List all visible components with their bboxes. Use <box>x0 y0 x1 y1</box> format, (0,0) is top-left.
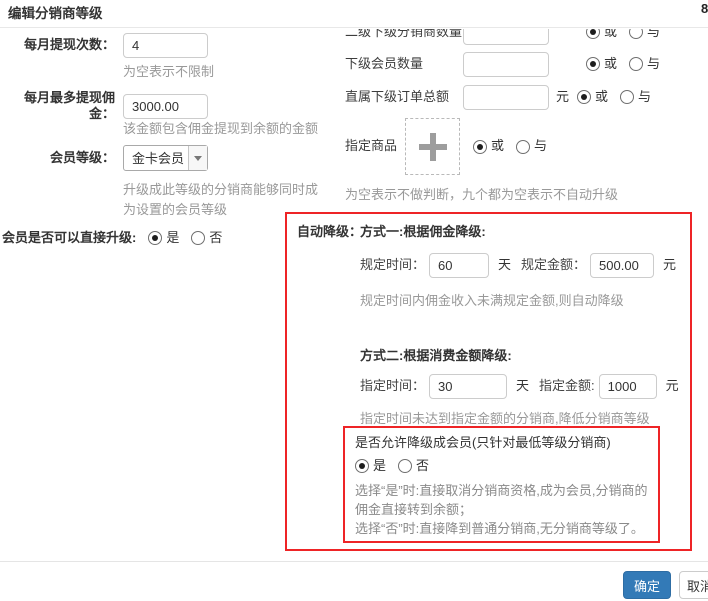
sub-members-or-radio[interactable] <box>586 57 600 71</box>
method1-amount-input[interactable] <box>590 253 654 278</box>
withdraw-times-hint: 为空表示不限制 <box>123 64 214 80</box>
direct-upgrade-no-radio[interactable] <box>191 231 205 245</box>
direct-order-or-label: 或 <box>595 89 608 105</box>
method1-heading: 方式一:根据佣金降级: <box>360 224 486 240</box>
method2-time-input[interactable] <box>429 374 507 399</box>
second-level-or-label: 或 <box>604 29 617 40</box>
sub-members-input[interactable] <box>463 52 549 77</box>
specified-product-and-label: 与 <box>534 138 547 154</box>
allow-downgrade-yes-label: 是 <box>373 458 386 474</box>
direct-upgrade-row: 会员是否可以直接升级: 是 否 <box>2 230 222 246</box>
add-product-button[interactable] <box>405 118 460 175</box>
direct-order-radio-group: 或 与 <box>577 89 651 105</box>
direct-order-total-input[interactable] <box>463 85 549 110</box>
withdraw-times-input[interactable] <box>123 33 208 58</box>
clipped-character: 8 <box>701 1 708 17</box>
sub-members-row: 下级会员数量 或 与 <box>345 51 660 77</box>
second-level-and-label: 与 <box>647 29 660 40</box>
sub-members-and-label: 与 <box>647 56 660 72</box>
direct-upgrade-yes-radio[interactable] <box>148 231 162 245</box>
method1-time-input[interactable] <box>429 253 489 278</box>
chevron-down-icon <box>194 156 202 161</box>
sub-members-or-label: 或 <box>604 56 617 72</box>
header-divider <box>0 27 708 28</box>
upgrade-conditions-panel: 二级下级分销商数量 或 与 下级会员数量 或 与 直属下级订单总额 元 <box>345 29 697 205</box>
method2-amount-unit: 元 <box>666 378 679 394</box>
method1-inputs-row: 规定时间： 天 规定金额： 元 <box>360 252 676 278</box>
method1-hint: 规定时间内佣金收入未满规定金额,则自动降级 <box>360 293 624 309</box>
method2-time-label: 指定时间： <box>360 378 425 394</box>
auto-downgrade-label: 自动降级： <box>297 224 362 240</box>
member-level-label: 会员等级： <box>0 150 115 166</box>
sub-members-radio-group: 或 与 <box>586 56 660 72</box>
withdraw-times-label: 每月提现次数： <box>0 37 115 53</box>
method1-time-label: 规定时间： <box>360 257 425 273</box>
member-level-row: 会员等级： 金卡会员 <box>0 145 208 171</box>
method1-amount-unit: 元 <box>663 257 676 273</box>
max-commission-hint: 该金额包含佣金提现到余额的金额 <box>123 121 318 137</box>
second-level-distributors-input[interactable] <box>463 29 549 45</box>
member-level-select[interactable]: 金卡会员 <box>123 145 208 171</box>
method2-amount-label: 指定金额: <box>539 378 595 394</box>
allow-downgrade-desc-yes: 选择“是”时:直接取消分销商资格,成为会员,分销商的佣金直接转到余额； <box>355 481 648 519</box>
method2-amount-input[interactable] <box>599 374 657 399</box>
second-level-distributors-label: 二级下级分销商数量 <box>345 29 463 40</box>
direct-upgrade-no-label: 否 <box>209 230 222 246</box>
direct-order-total-row: 直属下级订单总额 元 或 与 <box>345 84 651 110</box>
specified-product-and-radio[interactable] <box>516 140 530 154</box>
direct-order-total-label: 直属下级订单总额 <box>345 89 463 105</box>
method2-heading: 方式二:根据消费金额降级: <box>360 348 512 364</box>
footer-divider <box>0 561 708 562</box>
method1-amount-label: 规定金额： <box>521 257 586 273</box>
specified-product-radio-group: 或 与 <box>473 138 547 154</box>
cancel-button[interactable]: 取消 <box>679 571 708 599</box>
allow-downgrade-to-member-box: 是否允许降级成会员(只针对最低等级分销商) 是 否 选择“是”时:直接取消分销商… <box>343 426 660 543</box>
upgrade-conditions-hint: 为空表示不做判断，九个都为空表示不自动升级 <box>345 187 618 203</box>
method2-inputs-row: 指定时间： 天 指定金额: 元 <box>360 373 679 399</box>
direct-order-and-label: 与 <box>638 89 651 105</box>
direct-order-total-unit: 元 <box>556 89 569 105</box>
method2-hint: 指定时间未达到指定金额的分销商,降低分销商等级 <box>360 411 650 427</box>
direct-upgrade-radio-group: 是 否 <box>148 230 222 246</box>
second-level-and-radio[interactable] <box>629 29 643 39</box>
plus-icon <box>419 133 447 161</box>
allow-downgrade-yes-radio[interactable] <box>355 459 369 473</box>
auto-downgrade-section: 自动降级： 方式一:根据佣金降级: 规定时间： 天 规定金额： 元 规定时间内佣… <box>285 212 692 551</box>
specified-product-or-radio[interactable] <box>473 140 487 154</box>
method1-time-unit: 天 <box>498 257 511 273</box>
sub-members-and-radio[interactable] <box>629 57 643 71</box>
max-commission-input[interactable] <box>123 94 208 119</box>
method2-time-unit: 天 <box>516 378 529 394</box>
withdraw-times-row: 每月提现次数： <box>0 33 208 58</box>
allow-downgrade-no-label: 否 <box>416 458 429 474</box>
specified-product-label: 指定商品 <box>345 138 397 154</box>
select-caret-area <box>188 146 207 170</box>
allow-downgrade-no-radio[interactable] <box>398 459 412 473</box>
specified-product-row: 指定商品 或 与 <box>345 118 547 175</box>
specified-product-or-label: 或 <box>491 138 504 154</box>
second-level-distributors-row: 二级下级分销商数量 或 与 <box>345 29 660 45</box>
max-commission-row: 每月最多提现佣金： <box>0 90 208 123</box>
edit-distributor-level-modal: 编辑分销商等级 8 每月提现次数： 为空表示不限制 每月最多提现佣金： 该金额包… <box>0 0 708 601</box>
allow-downgrade-question: 是否允许降级成会员(只针对最低等级分销商) <box>355 435 648 451</box>
page-title: 编辑分销商等级 <box>8 6 103 23</box>
direct-upgrade-label: 会员是否可以直接升级: <box>2 230 136 246</box>
allow-downgrade-desc-no: 选择“否”时:直接降到普通分销商,无分销商等级了。 <box>355 519 648 538</box>
direct-order-or-radio[interactable] <box>577 90 591 104</box>
allow-downgrade-radio-group: 是 否 <box>355 458 648 477</box>
direct-order-and-radio[interactable] <box>620 90 634 104</box>
confirm-button[interactable]: 确定 <box>623 571 671 599</box>
second-level-or-radio[interactable] <box>586 29 600 39</box>
member-level-selected-value: 金卡会员 <box>124 146 188 170</box>
direct-upgrade-yes-label: 是 <box>166 230 179 246</box>
second-level-distributors-radio-group: 或 与 <box>586 29 660 40</box>
max-commission-label: 每月最多提现佣金： <box>0 90 115 123</box>
sub-members-label: 下级会员数量 <box>345 56 463 72</box>
